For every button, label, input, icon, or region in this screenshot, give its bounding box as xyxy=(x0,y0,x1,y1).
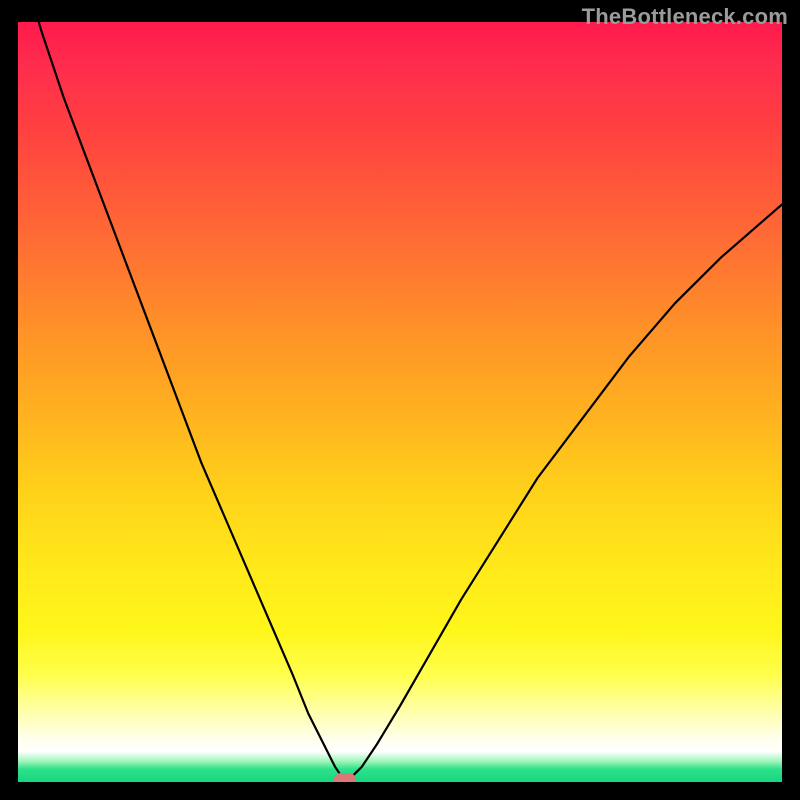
plot-area xyxy=(18,22,782,782)
bottleneck-curve xyxy=(18,22,782,778)
optimal-marker xyxy=(334,773,356,782)
watermark-text: TheBottleneck.com xyxy=(582,4,788,30)
chart-frame: TheBottleneck.com xyxy=(0,0,800,800)
curve-layer xyxy=(18,22,782,782)
